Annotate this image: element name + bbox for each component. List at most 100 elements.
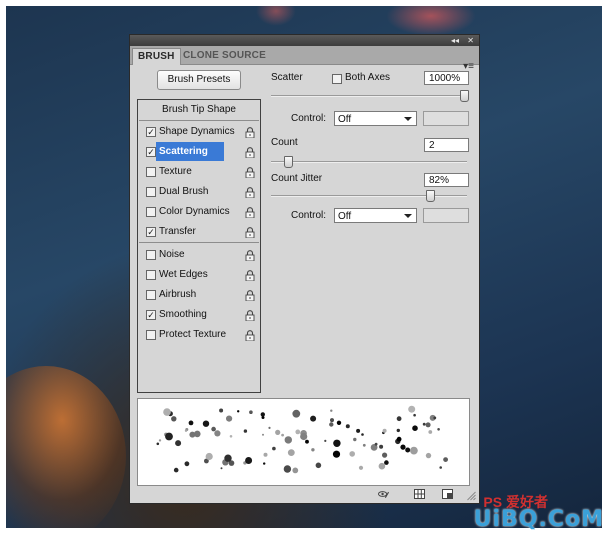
preview-dot <box>268 426 271 429</box>
preview-dot <box>400 444 406 450</box>
double-chevron-left-icon[interactable]: ◂◂ <box>451 35 459 46</box>
count-slider-thumb[interactable] <box>284 156 294 168</box>
lock-icon[interactable] <box>245 166 255 179</box>
count-jitter-control-label: Control: <box>291 210 327 221</box>
lock-icon[interactable] <box>245 309 255 322</box>
preview-dot <box>184 429 188 432</box>
option-checkbox[interactable]: ✓ <box>146 310 156 320</box>
preview-dot <box>379 444 384 449</box>
new-preset-icon[interactable] <box>442 489 453 499</box>
preview-dot <box>422 422 426 426</box>
preview-dot <box>425 452 432 459</box>
option-checkbox[interactable]: ✓ <box>146 127 156 137</box>
preview-dot <box>188 420 194 426</box>
option-checkbox[interactable] <box>146 290 156 300</box>
option-label: Texture <box>159 166 192 177</box>
close-icon[interactable]: ✕ <box>467 35 474 46</box>
option-checkbox[interactable] <box>146 270 156 280</box>
count-jitter-value-field[interactable]: 82% <box>424 173 469 187</box>
preview-dot <box>330 409 333 412</box>
preview-dot <box>382 452 388 458</box>
preview-dot <box>408 405 416 413</box>
lock-icon[interactable] <box>245 186 255 199</box>
scatter-slider-thumb[interactable] <box>460 90 469 102</box>
preview-dot <box>263 462 266 465</box>
count-slider[interactable] <box>271 161 467 163</box>
scatter-slider[interactable] <box>271 95 467 97</box>
preview-dot <box>358 465 364 470</box>
scatter-control-select[interactable]: Off <box>334 111 417 126</box>
option-checkbox[interactable] <box>146 167 156 177</box>
lock-icon[interactable] <box>245 226 255 239</box>
option-label: Protect Texture <box>159 329 227 340</box>
option-label: Color Dynamics <box>159 206 230 217</box>
option-item[interactable]: Texture <box>139 162 259 181</box>
option-item[interactable]: ✓ Transfer <box>139 222 259 241</box>
count-jitter-control-select[interactable]: Off <box>334 208 417 223</box>
count-jitter-label: Count Jitter <box>271 173 323 184</box>
preview-dot <box>165 432 173 441</box>
scatter-label: Scatter <box>271 72 303 83</box>
both-axes-checkbox[interactable] <box>332 74 342 84</box>
option-item[interactable]: Noise <box>139 245 259 264</box>
option-item[interactable]: Airbrush <box>139 285 259 304</box>
option-checkbox[interactable] <box>146 250 156 260</box>
preview-dot <box>396 428 400 433</box>
panel-bottom-bar <box>130 487 479 503</box>
option-checkbox[interactable] <box>146 330 156 340</box>
scatter-value-field[interactable]: 1000% <box>424 71 469 85</box>
option-item[interactable]: Protect Texture <box>139 325 259 344</box>
lock-icon[interactable] <box>245 249 255 262</box>
preview-dot <box>332 450 341 458</box>
option-item[interactable]: ✓ Scattering <box>139 142 259 161</box>
chevron-down-icon <box>404 117 412 121</box>
tab-clone-source[interactable]: CLONE SOURCE <box>178 48 271 64</box>
grid-icon[interactable] <box>414 489 425 499</box>
option-checkbox[interactable] <box>146 207 156 217</box>
divider <box>139 120 259 121</box>
option-item[interactable]: Color Dynamics <box>139 202 259 221</box>
preview-dot <box>292 467 299 474</box>
preview-dot <box>362 443 366 447</box>
brush-tip-shape-item[interactable]: Brush Tip Shape <box>138 101 260 119</box>
count-jitter-slider[interactable] <box>271 195 467 197</box>
lock-icon[interactable] <box>245 269 255 282</box>
scatter-control-extra <box>423 111 469 126</box>
option-item[interactable]: ✓ Smoothing <box>139 305 259 324</box>
option-checkbox[interactable]: ✓ <box>146 227 156 237</box>
option-checkbox[interactable] <box>146 187 156 197</box>
preview-dot <box>249 410 253 414</box>
option-checkbox[interactable]: ✓ <box>146 147 156 157</box>
lock-icon[interactable] <box>245 329 255 342</box>
preview-dot <box>243 429 248 433</box>
preview-dot <box>425 422 431 428</box>
preview-dot <box>219 408 224 413</box>
option-item[interactable]: Dual Brush <box>139 182 259 201</box>
option-item[interactable]: Wet Edges <box>139 265 259 284</box>
lock-icon[interactable] <box>245 146 255 159</box>
both-axes-label: Both Axes <box>345 72 391 83</box>
option-label: Airbrush <box>159 289 197 300</box>
lock-icon[interactable] <box>245 206 255 219</box>
count-jitter-slider-thumb[interactable] <box>425 190 435 202</box>
option-label: Shape Dynamics <box>159 126 235 137</box>
count-value-field[interactable]: 2 <box>424 138 469 152</box>
preview-dot <box>292 409 301 418</box>
eye-brush-icon[interactable] <box>378 489 389 499</box>
preview-dot <box>245 457 253 464</box>
preview-dot <box>329 422 334 427</box>
scatter-control-label: Control: <box>291 113 327 124</box>
chevron-down-icon <box>404 214 412 218</box>
tab-brush[interactable]: BRUSH <box>132 48 181 65</box>
preview-dot <box>156 442 160 446</box>
preview-dot <box>311 448 315 452</box>
preview-dot <box>336 420 342 425</box>
preview-dot <box>410 446 418 455</box>
lock-icon[interactable] <box>245 289 255 302</box>
preview-dot <box>226 415 233 422</box>
preview-dot <box>237 410 240 413</box>
option-item[interactable]: ✓ Shape Dynamics <box>139 122 259 141</box>
lock-icon[interactable] <box>245 126 255 139</box>
brush-presets-button[interactable]: Brush Presets <box>157 70 241 90</box>
resize-grip-icon[interactable] <box>466 491 477 501</box>
